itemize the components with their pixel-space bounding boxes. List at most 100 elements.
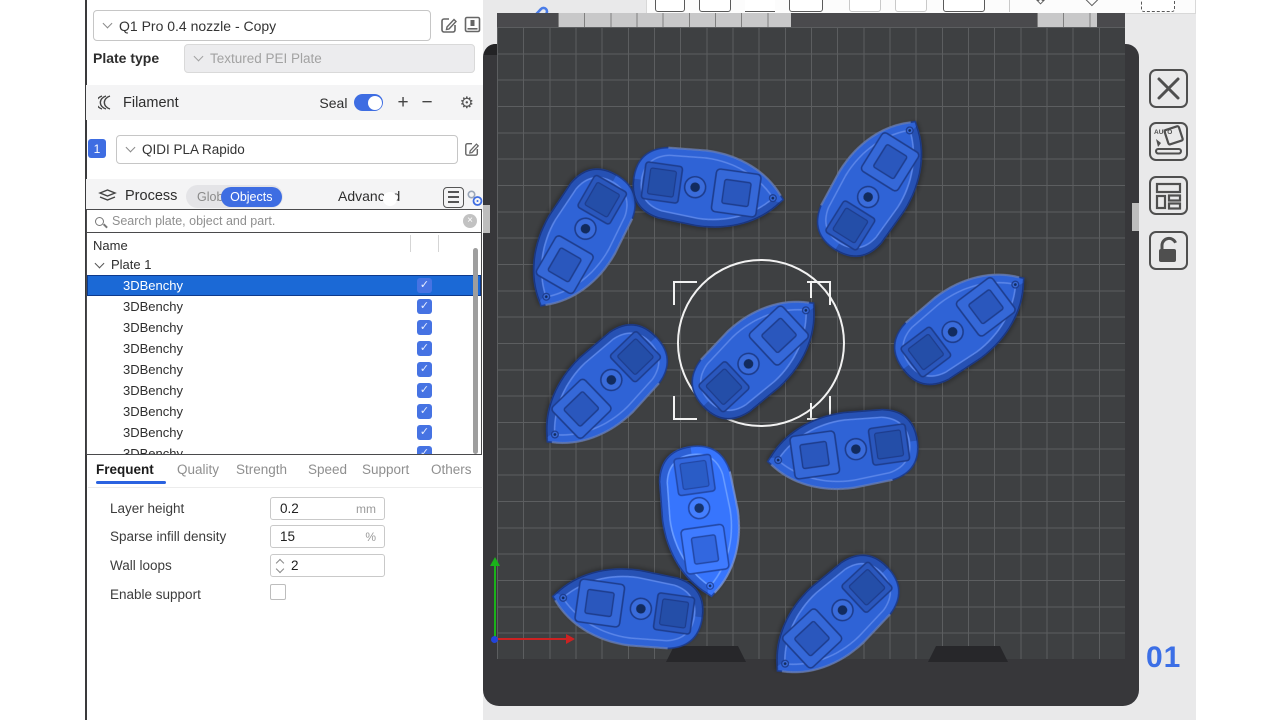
filament-settings-gear-icon[interactable]: ⚙ [460,93,474,113]
toolbar-icon-clipped[interactable]: ⇩ [1033,0,1048,9]
visibility-checkbox[interactable]: ✓ [417,383,432,398]
plate-top-strip [497,13,1125,27]
visibility-checkbox[interactable]: ✓ [417,404,432,419]
column-divider [438,235,439,252]
edit-filament-icon[interactable] [464,141,480,157]
printer-select[interactable]: Q1 Pro 0.4 nozzle - Copy [93,10,431,41]
table-row[interactable]: 3DBenchy ✓ [87,422,481,443]
chevron-down-icon [103,19,113,29]
tab-frequent[interactable]: Frequent [96,462,154,477]
viewport-3d[interactable]: ⇩ ◇ [483,0,1196,720]
clear-search-icon[interactable]: × [463,214,477,228]
tab-quality[interactable]: Quality [177,462,219,477]
seal-label: Seal [319,95,347,111]
filament-section-header: Filament Seal + − ⚙ [86,85,483,120]
table-row[interactable]: 3DBenchy ✓ [87,443,481,455]
visibility-checkbox[interactable]: ✓ [417,320,432,335]
parameter-table-icon[interactable] [466,189,483,207]
tab-strength[interactable]: Strength [236,462,287,477]
search-placeholder: Search plate, object and part. [112,214,275,228]
layer-height-input[interactable]: 0.2 mm [270,497,385,520]
visibility-checkbox[interactable]: ✓ [417,425,432,440]
lock-button[interactable] [1149,231,1188,270]
table-row[interactable]: 3DBenchy✓ [87,317,481,338]
wall-loops-label: Wall loops [110,558,172,573]
plate-type-value: Textured PEI Plate [210,51,322,66]
scope-objects[interactable]: Objects [221,187,281,207]
toolbar-icon-clipped[interactable] [745,0,775,12]
object-name: 3DBenchy [123,404,183,419]
search-bar[interactable]: Search plate, object and part. × [87,210,481,233]
strip-segment [558,13,791,27]
toolbar-icon-clipped[interactable] [1141,0,1175,12]
table-row[interactable]: 3DBenchy ✓ [87,275,481,296]
plate-type-select[interactable]: Textured PEI Plate [184,44,475,73]
table-row[interactable]: 3DBenchy✓ [87,338,481,359]
object-name: 3DBenchy [123,425,183,440]
rim-notch [483,205,490,233]
list-name-header: Name [93,238,128,253]
toolbar-icon-clipped[interactable] [789,0,823,12]
visibility-checkbox[interactable]: ✓ [417,446,432,455]
filament-icon [98,94,115,111]
table-row[interactable]: 3DBenchy✓ [87,380,481,401]
toolbar-icon-clipped[interactable] [655,0,685,12]
visibility-checkbox[interactable]: ✓ [417,278,432,293]
rim-notch [1132,203,1139,231]
toolbar-icon-clipped[interactable] [699,0,731,12]
remove-filament-button[interactable]: − [422,93,433,112]
process-scope-pill[interactable]: Global Objects [186,185,283,208]
svg-text:AUTO: AUTO [1154,129,1172,136]
object-name: 3DBenchy [123,446,183,455]
edit-printer-icon[interactable] [440,16,458,34]
printer-icon[interactable] [463,15,482,34]
tab-others[interactable]: Others [431,462,472,477]
enable-support-checkbox[interactable] [270,584,286,600]
tab-speed[interactable]: Speed [308,462,347,477]
tree-expand-icon[interactable] [95,258,105,268]
object-name: 3DBenchy [123,278,183,293]
visibility-checkbox[interactable]: ✓ [417,341,432,356]
filament-name: QIDI PLA Rapido [142,142,245,157]
column-divider [410,235,411,252]
table-row[interactable]: 3DBenchy✓ [87,296,481,317]
auto-orient-button[interactable]: AUTO [1149,122,1188,161]
seal-toggle[interactable] [354,94,383,111]
unlock-icon [1151,233,1186,268]
sparse-infill-input[interactable]: 15 % [270,525,385,548]
toolbar-icon-clipped[interactable] [895,0,927,12]
toolbar-icon-clipped[interactable] [943,0,985,12]
object-list-panel: Search plate, object and part. × Name Pl… [86,209,482,455]
preset-list-icon[interactable] [443,187,464,208]
toolbar-icon-clipped[interactable] [849,0,881,12]
stepper-arrows-icon[interactable] [277,560,283,572]
search-icon [95,217,104,226]
tabs-divider [88,487,482,488]
visibility-checkbox[interactable]: ✓ [417,362,432,377]
list-scrollbar[interactable] [473,248,478,454]
layer-height-unit: mm [356,502,376,516]
plate-tree-row[interactable]: Plate 1 [87,254,481,275]
chevron-down-icon [194,52,204,62]
process-section-header: Process [86,179,483,212]
close-icon [1151,71,1186,106]
visibility-checkbox[interactable]: ✓ [417,299,432,314]
tab-support[interactable]: Support [362,462,409,477]
table-row[interactable]: 3DBenchy ✓ [87,359,481,380]
active-tab-underline [96,481,166,484]
close-button[interactable] [1149,69,1188,108]
filament-section-title: Filament [123,95,179,111]
add-filament-button[interactable]: + [397,93,408,112]
plate-handle-notch [928,646,1008,662]
layer-height-value: 0.2 [280,501,299,516]
table-row[interactable]: 3DBenchy ✓ [87,401,481,422]
toolbar-icon-clipped[interactable]: ◇ [1085,0,1099,9]
y-axis-arrow [490,552,500,566]
plate-type-label: Plate type [93,50,159,66]
wall-loops-stepper[interactable]: 2 [270,554,385,577]
process-section-title: Process [125,188,177,204]
object-name: 3DBenchy [123,362,183,377]
enable-support-label: Enable support [110,587,201,602]
plate-settings-button[interactable] [1149,176,1188,215]
filament-select[interactable]: QIDI PLA Rapido [116,135,458,164]
